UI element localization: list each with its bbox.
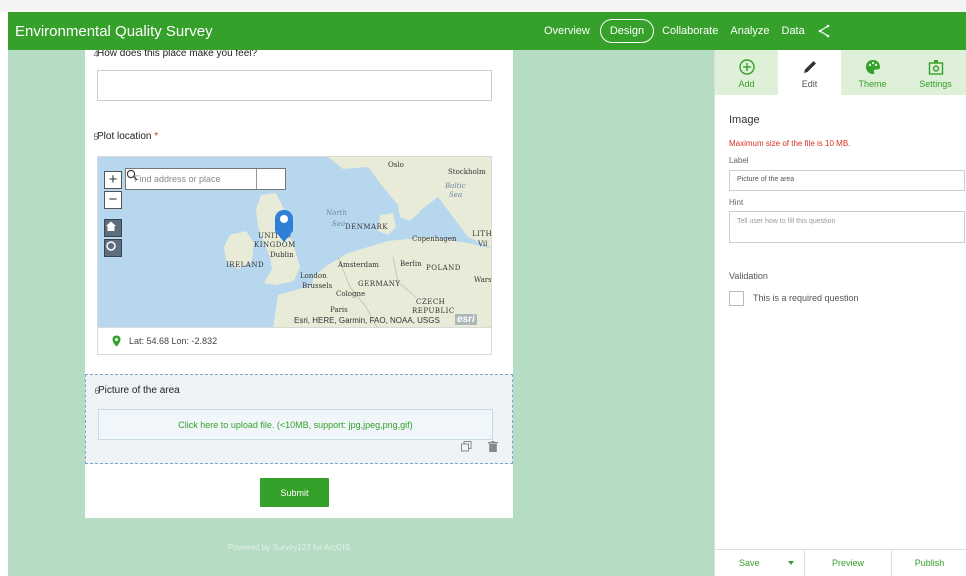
tab-label: Edit (801, 79, 818, 89)
hint-caption: Hint (729, 198, 744, 207)
tab-theme[interactable]: Theme (841, 50, 904, 95)
map-place-label: LITH (472, 230, 492, 238)
upload-file-area[interactable]: Click here to upload file. (<10MB, suppo… (98, 409, 493, 440)
nav-collaborate[interactable]: Collaborate (662, 25, 718, 37)
map-place-label: Sea (332, 220, 346, 228)
settings-icon (928, 56, 944, 75)
zoom-in-button[interactable]: + (104, 171, 122, 189)
map-place-label: Dublin (270, 251, 294, 259)
file-size-warning: Maximum size of the file is 10 MB. (729, 139, 851, 148)
question-actions (461, 439, 498, 457)
map-place-label: Baltic (445, 182, 466, 190)
app-title: Environmental Quality Survey (15, 22, 213, 40)
tab-settings[interactable]: Settings (904, 50, 966, 95)
form-canvas: 4 How does this place make you feel? 5 P… (8, 50, 714, 576)
required-checkbox[interactable] (729, 291, 744, 306)
map-place-label: Berlin (400, 260, 422, 268)
map-place-label: Sea (449, 191, 463, 199)
nav-data[interactable]: Data (782, 25, 805, 37)
tab-add[interactable]: Add (715, 50, 778, 95)
feel-answer-field[interactable] (97, 70, 492, 101)
map-place-label: POLAND (426, 264, 461, 272)
top-strip (0, 0, 966, 12)
copy-icon[interactable] (461, 439, 472, 457)
nav-design[interactable]: Design (599, 19, 655, 43)
publish-button[interactable]: Publish (891, 550, 966, 576)
powered-by: Powered by Survey123 for ArcGIS (228, 543, 350, 552)
app-header: Environmental Quality Survey Overview De… (8, 12, 966, 50)
map-place-label: North (326, 209, 348, 217)
required-mark: * (154, 131, 159, 142)
label-input[interactable]: Picture of the area (729, 170, 965, 191)
tab-label: Settings (919, 79, 952, 89)
map-place-label: DENMARK (345, 223, 389, 231)
map-place-label: REPUBLIC (412, 307, 455, 315)
top-nav: Overview Design Collaborate Analyze Data (544, 12, 831, 50)
location-pin-icon (112, 335, 121, 347)
properties-panel: Add Edit Theme Settings Image Maximum si… (714, 50, 966, 576)
question-label: Picture of the area (98, 385, 180, 396)
validation-caption: Validation (729, 271, 768, 281)
map-place-label: London (300, 272, 327, 280)
map-place-label: Cologne (336, 290, 366, 298)
map-place-label: Amsterdam (338, 261, 379, 269)
map-place-label: CZECH (416, 298, 446, 306)
map-place-label: Vil (478, 240, 488, 248)
nav-overview[interactable]: Overview (544, 25, 590, 37)
submit-button[interactable]: Submit (260, 478, 329, 507)
map-search-box[interactable]: Find address or place (125, 168, 286, 190)
zoom-out-button[interactable]: − (104, 191, 122, 209)
map-place-label: Copenhagen (412, 235, 457, 243)
map-place-label: Stockholm (448, 168, 486, 176)
selected-question[interactable]: 6 Picture of the area Click here to uplo… (85, 374, 513, 464)
share-icon[interactable] (817, 24, 831, 38)
map-search-input[interactable]: Find address or place (126, 174, 256, 184)
tab-label: Theme (858, 79, 887, 89)
hint-input[interactable]: Tell user how to fill this question (729, 211, 965, 243)
save-dropdown-caret-icon[interactable] (777, 550, 804, 576)
map-place-label: Brussels (302, 282, 333, 290)
location-map[interactable]: Oslo Stockholm North Sea DENMARK Copenha… (97, 156, 492, 328)
tab-label: Add (738, 79, 755, 89)
palette-icon (865, 56, 881, 75)
pencil-icon (802, 56, 818, 75)
question-label-text: Plot location (97, 131, 152, 142)
preview-button[interactable]: Preview (804, 550, 891, 576)
map-place-label: GERMANY (358, 280, 401, 288)
locate-icon[interactable] (104, 239, 122, 257)
question-label: Plot location * (97, 131, 158, 142)
question-label: How does this place make you feel? (97, 50, 258, 59)
lat-lon-text: Lat: 54.68 Lon: -2.832 (129, 336, 218, 346)
search-icon[interactable] (126, 169, 285, 189)
nav-analyze[interactable]: Analyze (730, 25, 769, 37)
trash-icon[interactable] (488, 439, 498, 457)
save-button[interactable]: Save (715, 550, 777, 576)
esri-logo: esri (455, 314, 477, 325)
map-attribution: Esri, HERE, Garmin, FAO, NOAA, USGS (294, 316, 440, 325)
map-place-label: Paris (330, 306, 348, 314)
panel-heading: Image (729, 114, 760, 126)
required-checkbox-label[interactable]: This is a required question (753, 293, 859, 303)
add-circle-icon (738, 56, 755, 75)
panel-footer: Save Preview Publish (715, 549, 966, 576)
map-place-label: IRELAND (226, 261, 265, 269)
home-icon[interactable] (104, 219, 122, 237)
map-place-label: Wars (474, 276, 492, 284)
panel-tabs: Add Edit Theme Settings (715, 50, 966, 95)
survey-form: 4 How does this place make you feel? 5 P… (85, 50, 513, 518)
map-place-label: Oslo (388, 161, 404, 169)
label-caption: Label (729, 156, 749, 165)
tab-edit[interactable]: Edit (778, 50, 841, 95)
lat-lon-readout: Lat: 54.68 Lon: -2.832 (97, 328, 492, 355)
